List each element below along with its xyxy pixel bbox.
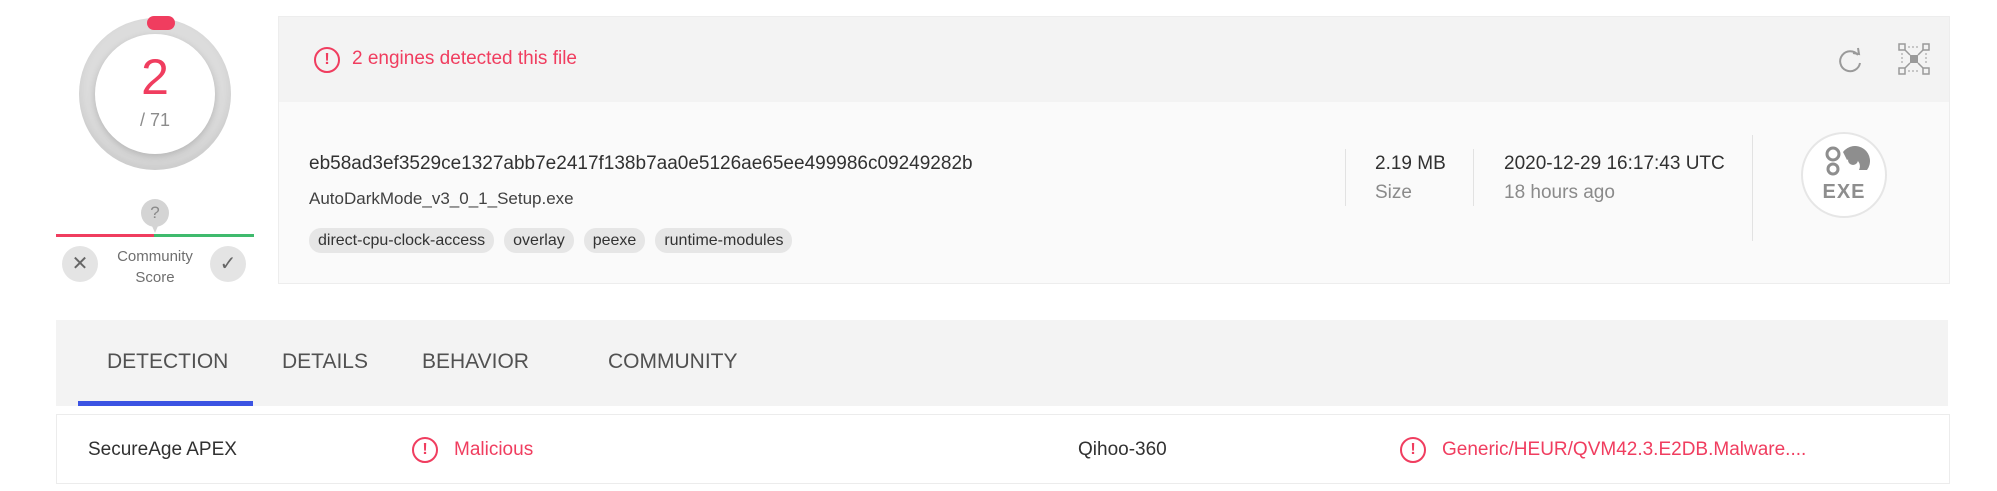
exclamation-circle-icon: ! (1400, 437, 1426, 463)
file-type-badge: EXE (1822, 181, 1866, 203)
file-tag[interactable]: peexe (583, 228, 646, 253)
tab-behavior[interactable]: BEHAVIOR (422, 350, 529, 374)
score-circle: 2 / 71 (95, 34, 215, 154)
analysis-date-value: 2020-12-29 16:17:43 UTC (1504, 153, 1725, 174)
community-bar-negative (56, 234, 154, 237)
divider (1473, 149, 1474, 206)
detection-alert-bar: ! 2 engines detected this file (279, 17, 1949, 102)
table-row: SecureAge APEX ! Malicious Qihoo-360 ! G… (56, 414, 1950, 484)
file-hash[interactable]: eb58ad3ef3529ce1327abb7e2417f138b7aa0e51… (309, 153, 973, 175)
exe-file-icon: EXE (1801, 132, 1887, 218)
gears-icon (1825, 146, 1870, 176)
exclamation-circle-icon: ! (412, 437, 438, 463)
file-size-value: 2.19 MB (1375, 153, 1446, 174)
divider (1345, 149, 1346, 206)
close-icon: ✕ (71, 253, 89, 275)
community-bar-positive (154, 234, 254, 237)
check-icon: ✓ (219, 253, 237, 275)
active-tab-indicator (78, 401, 253, 406)
detection-result: Malicious (454, 439, 534, 460)
total-engines: / 71 (139, 110, 171, 130)
file-summary-card: ! 2 engines detected this file eb58ad3ef… (278, 16, 1950, 284)
positives-count: 2 (141, 49, 169, 105)
file-tag[interactable]: overlay (504, 228, 574, 253)
engine-name: Qihoo-360 (1078, 439, 1167, 460)
report-tabs: DETECTION DETAILS BEHAVIOR COMMUNITY (56, 320, 1948, 406)
community-help-icon[interactable]: ? (141, 199, 169, 233)
file-tags: direct-cpu-clock-access overlay peexe ru… (309, 228, 793, 253)
tab-details[interactable]: DETAILS (282, 350, 368, 374)
analysis-date-relative: 18 hours ago (1504, 182, 1615, 203)
file-name: AutoDarkMode_v3_0_1_Setup.exe (309, 189, 574, 208)
divider (1752, 135, 1753, 241)
tab-community[interactable]: COMMUNITY (608, 350, 738, 374)
community-score-text: Community Score (117, 248, 193, 286)
community-score-label: Community Score (110, 246, 200, 288)
exclamation-circle-icon: ! (314, 47, 340, 73)
reanalyze-icon[interactable] (1835, 46, 1865, 76)
engine-name: SecureAge APEX (88, 439, 237, 460)
score-marker (147, 16, 175, 30)
vote-harmless-button[interactable]: ✓ (210, 246, 246, 282)
detection-score-gauge: 2 / 71 (79, 16, 231, 170)
vote-malicious-button[interactable]: ✕ (62, 246, 98, 282)
graph-icon[interactable] (1897, 42, 1931, 76)
detection-result: Generic/HEUR/QVM42.3.E2DB.Malware.... (1442, 439, 1807, 460)
file-size-label: Size (1375, 182, 1412, 203)
file-tag[interactable]: direct-cpu-clock-access (309, 228, 495, 253)
detection-alert-text: 2 engines detected this file (352, 48, 577, 69)
tab-detection[interactable]: DETECTION (107, 350, 228, 374)
file-tag[interactable]: runtime-modules (655, 228, 793, 253)
